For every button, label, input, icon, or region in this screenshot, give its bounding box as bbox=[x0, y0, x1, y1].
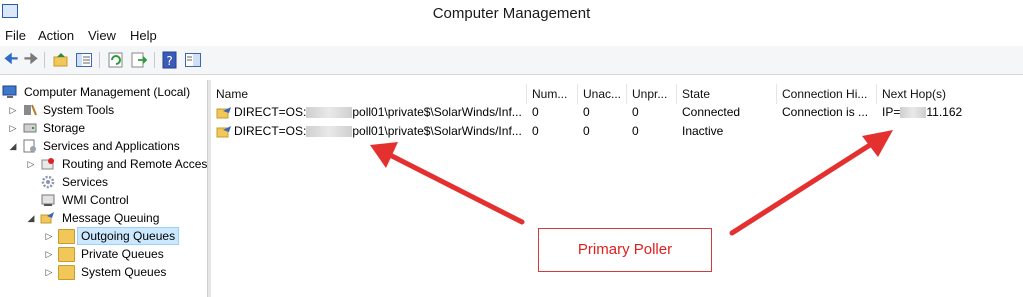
tree-item-label: System Queues bbox=[81, 265, 167, 279]
callout-label: Primary Poller bbox=[577, 241, 673, 258]
tree-item-label: System Tools bbox=[43, 103, 115, 117]
tree-item-message-queuing[interactable]: ◢ Message Queuing bbox=[0, 209, 207, 227]
folder-icon bbox=[58, 229, 75, 244]
refresh-icon[interactable] bbox=[107, 51, 125, 69]
tree-item-label: Computer Management (Local) bbox=[24, 85, 191, 99]
tree-item-label: Services bbox=[62, 175, 109, 189]
queue-icon bbox=[216, 105, 232, 119]
cell-name: DIRECT=OS: poll01\private$\SolarWinds/Inf… bbox=[234, 122, 527, 140]
tools-icon bbox=[22, 103, 37, 116]
cell-num: 0 bbox=[532, 105, 539, 119]
menu-bar: File Action View Help bbox=[0, 26, 1023, 46]
console-tree: Computer Management (Local) ▷ System Too… bbox=[0, 80, 207, 297]
folder-icon bbox=[58, 247, 75, 262]
tree-item-system-queues[interactable]: ▷ System Queues bbox=[0, 263, 207, 281]
help-icon[interactable]: ? bbox=[161, 51, 179, 69]
toolbar-separator bbox=[154, 52, 155, 68]
routing-icon bbox=[40, 157, 55, 170]
redacted-text bbox=[306, 126, 353, 138]
tree-item-services[interactable]: Services bbox=[0, 173, 207, 191]
expand-icon[interactable]: ▷ bbox=[44, 227, 54, 245]
tree-item-label: Storage bbox=[43, 121, 86, 135]
cell-state: Inactive bbox=[682, 124, 724, 138]
expand-icon[interactable]: ▷ bbox=[8, 101, 18, 119]
forward-icon[interactable]: 🠊 bbox=[22, 51, 40, 69]
menu-view[interactable]: View bbox=[88, 28, 116, 43]
column-header-next-hops[interactable]: Next Hop(s) bbox=[877, 84, 1023, 104]
toolbar-separator bbox=[44, 52, 45, 68]
column-header-connection-history[interactable]: Connection Hi... bbox=[777, 84, 877, 104]
primary-poller-callout: Primary Poller bbox=[538, 228, 712, 272]
gear-icon bbox=[40, 175, 55, 189]
expand-icon[interactable]: ▷ bbox=[44, 263, 54, 281]
cell-next-hops: IP= 11.162 bbox=[882, 103, 962, 121]
tree-item-label: Outgoing Queues bbox=[77, 227, 180, 245]
tree-item-label: Private Queues bbox=[81, 247, 164, 261]
cell-name: DIRECT=OS: poll01\private$\SolarWinds/Inf… bbox=[234, 103, 527, 121]
tree-item-private-queues[interactable]: ▷ Private Queues bbox=[0, 245, 207, 263]
tree-item-label: Routing and Remote Acces bbox=[62, 157, 208, 171]
window-title: Computer Management bbox=[432, 5, 591, 22]
redacted-text bbox=[900, 107, 927, 119]
menu-file[interactable]: File bbox=[5, 28, 26, 43]
name-suffix: poll01\private$\SolarWinds/Inf... bbox=[352, 105, 522, 119]
cell-num: 0 bbox=[532, 124, 539, 138]
collapse-icon[interactable]: ◢ bbox=[26, 209, 36, 227]
name-prefix: DIRECT=OS: bbox=[234, 124, 307, 138]
menu-action[interactable]: Action bbox=[38, 28, 74, 43]
cell-unac: 0 bbox=[583, 124, 590, 138]
cell-unac: 0 bbox=[583, 105, 590, 119]
tree-item-system-tools[interactable]: ▷ System Tools bbox=[0, 101, 207, 119]
column-header-unac[interactable]: Unac... bbox=[578, 84, 627, 104]
storage-icon bbox=[22, 121, 37, 134]
column-header-unpr[interactable]: Unpr... bbox=[627, 84, 677, 104]
tree-item-label: WMI Control bbox=[62, 193, 129, 207]
hop-prefix: IP= bbox=[882, 105, 901, 119]
hop-suffix: 11.162 bbox=[926, 105, 963, 119]
name-suffix: poll01\private$\SolarWinds/Inf... bbox=[352, 124, 522, 138]
svg-text:?: ? bbox=[166, 54, 172, 68]
table-row[interactable]: DIRECT=OS: poll01\private$\SolarWinds/Inf… bbox=[211, 103, 1023, 121]
title-bar: Computer Management bbox=[0, 0, 1023, 27]
tree-item-outgoing-queues[interactable]: ▷ Outgoing Queues bbox=[0, 227, 207, 245]
column-header-num[interactable]: Num... bbox=[527, 84, 578, 104]
expand-icon[interactable]: ▷ bbox=[8, 119, 18, 137]
column-header-name[interactable]: Name bbox=[211, 84, 527, 104]
tree-item-label: Message Queuing bbox=[62, 211, 160, 225]
menu-help[interactable]: Help bbox=[130, 28, 157, 43]
services-apps-icon bbox=[22, 139, 37, 153]
export-icon[interactable] bbox=[130, 51, 148, 69]
name-prefix: DIRECT=OS: bbox=[234, 105, 307, 119]
tree-item-label: Services and Applications bbox=[43, 139, 180, 153]
queue-icon bbox=[216, 124, 232, 138]
cell-state: Connected bbox=[682, 105, 741, 119]
computer-icon bbox=[2, 85, 17, 98]
cell-unpr: 0 bbox=[632, 124, 639, 138]
tree-item-storage[interactable]: ▷ Storage bbox=[0, 119, 207, 137]
cell-unpr: 0 bbox=[632, 105, 639, 119]
tree-item-routing[interactable]: ▷ Routing and Remote Acces bbox=[0, 155, 208, 173]
collapse-icon[interactable]: ◢ bbox=[8, 137, 18, 155]
cell-connection-history: Connection is ... bbox=[782, 105, 869, 119]
toolbar: 🠈 🠊 ? bbox=[0, 46, 1023, 75]
properties-icon[interactable] bbox=[184, 51, 202, 69]
folder-icon bbox=[58, 265, 75, 280]
show-hide-tree-icon[interactable] bbox=[75, 51, 93, 69]
column-header-state[interactable]: State bbox=[677, 84, 777, 104]
table-row[interactable]: DIRECT=OS: poll01\private$\SolarWinds/Inf… bbox=[211, 122, 1023, 140]
expand-icon[interactable]: ▷ bbox=[26, 155, 36, 173]
tree-item-services-and-applications[interactable]: ◢ Services and Applications bbox=[0, 137, 207, 155]
wmi-icon bbox=[40, 193, 55, 206]
tree-item-wmi-control[interactable]: WMI Control bbox=[0, 191, 207, 209]
back-icon[interactable]: 🠈 bbox=[2, 51, 20, 69]
redacted-text bbox=[306, 107, 353, 119]
message-queuing-icon bbox=[40, 211, 55, 224]
up-icon[interactable] bbox=[52, 51, 70, 69]
expand-icon[interactable]: ▷ bbox=[44, 245, 54, 263]
toolbar-separator bbox=[99, 52, 100, 68]
